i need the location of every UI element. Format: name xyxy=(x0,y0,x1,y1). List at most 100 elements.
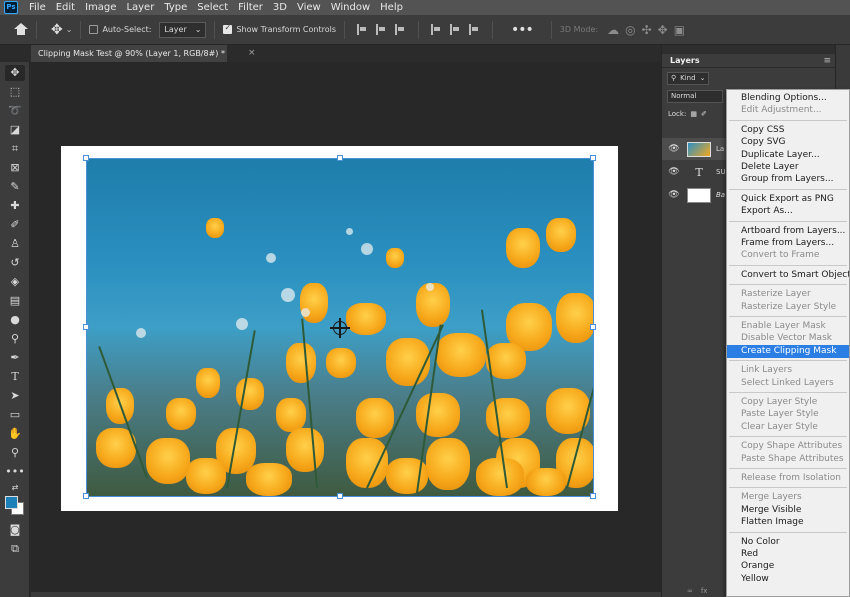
menu-item-red[interactable]: Red xyxy=(727,548,849,561)
show-transform-controls-checkbox[interactable]: Show Transform Controls xyxy=(223,23,336,34)
menu-select[interactable]: Select xyxy=(192,0,233,15)
more-options-icon[interactable]: ••• xyxy=(511,22,534,38)
align-left-icon[interactable] xyxy=(357,24,368,35)
menu-item-quick-export-as-png[interactable]: Quick Export as PNG xyxy=(727,193,849,206)
object-selection-tool-icon[interactable]: ◪ xyxy=(5,122,25,138)
rectangle-tool-icon[interactable]: ▭ xyxy=(5,407,25,423)
menu-help[interactable]: Help xyxy=(375,0,408,15)
pen-tool-icon[interactable]: ✒ xyxy=(5,350,25,366)
3d-slide-icon[interactable]: ✥ xyxy=(658,23,668,37)
menu-item-create-clipping-mask[interactable]: Create Clipping Mask xyxy=(727,344,849,358)
lock-transparent-icon[interactable]: ▦ xyxy=(690,110,697,118)
move-tool-icon[interactable]: ✥ xyxy=(5,65,25,81)
align-top-icon[interactable] xyxy=(431,24,442,35)
marquee-tool-icon[interactable]: ⬚ xyxy=(5,84,25,100)
menu-3d[interactable]: 3D xyxy=(268,0,292,15)
visibility-eye-icon[interactable]: 👁 xyxy=(667,190,681,200)
eyedropper-tool-icon[interactable]: ✎ xyxy=(5,179,25,195)
move-tool-icon[interactable]: ✥ xyxy=(51,22,63,38)
brush-tool-icon[interactable]: ✐ xyxy=(5,217,25,233)
menu-item-artboard-from-layers[interactable]: Artboard from Layers... xyxy=(727,225,849,238)
menu-item-delete-layer[interactable]: Delete Layer xyxy=(727,161,849,174)
fx-icon[interactable]: fx xyxy=(701,587,708,595)
menu-item-yellow[interactable]: Yellow xyxy=(727,573,849,586)
crop-tool-icon[interactable]: ⌗ xyxy=(5,141,25,157)
align-bottom-icon[interactable] xyxy=(469,24,480,35)
history-brush-tool-icon[interactable]: ↺ xyxy=(5,255,25,271)
menu-filter[interactable]: Filter xyxy=(233,0,268,15)
3d-roll-icon[interactable]: ◎ xyxy=(625,23,635,37)
menu-item-merge-visible[interactable]: Merge Visible xyxy=(727,504,849,517)
reference-point-icon[interactable] xyxy=(330,318,350,338)
transform-handle[interactable] xyxy=(590,324,596,330)
3d-pan-icon[interactable]: ✣ xyxy=(642,23,652,37)
transform-handle[interactable] xyxy=(83,324,89,330)
3d-orbit-icon[interactable]: ☁ xyxy=(607,23,619,37)
transform-handle[interactable] xyxy=(590,155,596,161)
home-icon[interactable] xyxy=(14,23,28,36)
visibility-eye-icon[interactable]: 👁 xyxy=(667,144,681,154)
menu-item-convert-to-smart-object[interactable]: Convert to Smart Object xyxy=(727,269,849,282)
healing-brush-tool-icon[interactable]: ✚ xyxy=(5,198,25,214)
filter-kind-dropdown[interactable]: ⚲ Kind ⌄ xyxy=(667,71,710,85)
divider xyxy=(550,20,552,39)
menu-window[interactable]: Window xyxy=(326,0,375,15)
menu-layer[interactable]: Layer xyxy=(121,0,159,15)
screen-mode-icon[interactable]: ⧉ xyxy=(5,541,25,557)
menu-item-copy-svg[interactable]: Copy SVG xyxy=(727,136,849,149)
show-transform-checkbox-box[interactable] xyxy=(223,23,233,34)
hand-tool-icon[interactable]: ✋ xyxy=(5,426,25,442)
panel-menu-icon[interactable]: ≡ xyxy=(823,56,831,66)
transform-handle[interactable] xyxy=(83,155,89,161)
menu-item-flatten-image[interactable]: Flatten Image xyxy=(727,516,849,529)
document-tab[interactable]: Clipping Mask Test @ 90% (Layer 1, RGB/8… xyxy=(31,45,227,62)
link-icon[interactable]: ∞ xyxy=(687,587,693,595)
lock-label: Lock: xyxy=(668,110,687,118)
align-right-icon[interactable] xyxy=(395,24,406,35)
transform-handle[interactable] xyxy=(590,493,596,499)
menu-image[interactable]: Image xyxy=(80,0,121,15)
auto-select-target-dropdown[interactable]: Layer ⌄ xyxy=(159,21,207,38)
transform-handle[interactable] xyxy=(337,493,343,499)
edit-toolbar-icon[interactable]: ••• xyxy=(5,464,25,480)
gradient-tool-icon[interactable]: ▤ xyxy=(5,293,25,309)
foreground-color-swatch[interactable] xyxy=(5,496,18,509)
quick-mask-icon[interactable]: ◙ xyxy=(5,522,25,538)
blend-mode-dropdown[interactable]: Normal xyxy=(667,89,723,103)
blur-tool-icon[interactable]: ● xyxy=(5,312,25,328)
menu-item-orange[interactable]: Orange xyxy=(727,560,849,573)
transform-handle[interactable] xyxy=(337,155,343,161)
menu-item-no-color[interactable]: No Color xyxy=(727,536,849,549)
tab-layers[interactable]: Layers xyxy=(662,56,708,65)
close-tab-icon[interactable]: × xyxy=(248,45,256,62)
auto-select-checkbox[interactable]: Auto-Select: xyxy=(89,25,151,34)
visibility-eye-icon[interactable]: 👁 xyxy=(667,167,681,177)
menu-item-blending-options[interactable]: Blending Options... xyxy=(727,92,849,105)
3d-scale-icon[interactable]: ▣ xyxy=(674,23,685,37)
menu-item-copy-shape-attributes: Copy Shape Attributes xyxy=(741,441,843,452)
menu-item-group-from-layers[interactable]: Group from Layers... xyxy=(727,173,849,186)
menu-item-copy-css[interactable]: Copy CSS xyxy=(727,124,849,137)
menu-item-frame-from-layers[interactable]: Frame from Layers... xyxy=(727,237,849,250)
menu-view[interactable]: View xyxy=(292,0,326,15)
transform-handle[interactable] xyxy=(83,493,89,499)
lock-paint-icon[interactable]: ✐ xyxy=(701,110,707,118)
menu-file[interactable]: File xyxy=(24,0,51,15)
type-tool-icon[interactable]: T xyxy=(5,369,25,385)
menu-edit[interactable]: Edit xyxy=(51,0,80,15)
frame-tool-icon[interactable]: ⊠ xyxy=(5,160,25,176)
zoom-tool-icon[interactable]: ⚲ xyxy=(5,445,25,461)
menu-item-duplicate-layer[interactable]: Duplicate Layer... xyxy=(727,149,849,162)
eraser-tool-icon[interactable]: ◈ xyxy=(5,274,25,290)
align-middle-icon[interactable] xyxy=(450,24,461,35)
swap-colors-icon[interactable]: ⇄ xyxy=(5,480,25,496)
auto-select-checkbox-box[interactable] xyxy=(89,25,99,34)
menu-item-export-as[interactable]: Export As... xyxy=(727,205,849,218)
clone-stamp-tool-icon[interactable]: ♙ xyxy=(5,236,25,252)
menu-type[interactable]: Type xyxy=(159,0,192,15)
chevron-down-icon[interactable]: ⌄ xyxy=(66,25,73,34)
dodge-tool-icon[interactable]: ⚲ xyxy=(5,331,25,347)
lasso-tool-icon[interactable]: ➰ xyxy=(5,103,25,119)
align-center-icon[interactable] xyxy=(376,24,387,35)
path-selection-tool-icon[interactable]: ➤ xyxy=(5,388,25,404)
